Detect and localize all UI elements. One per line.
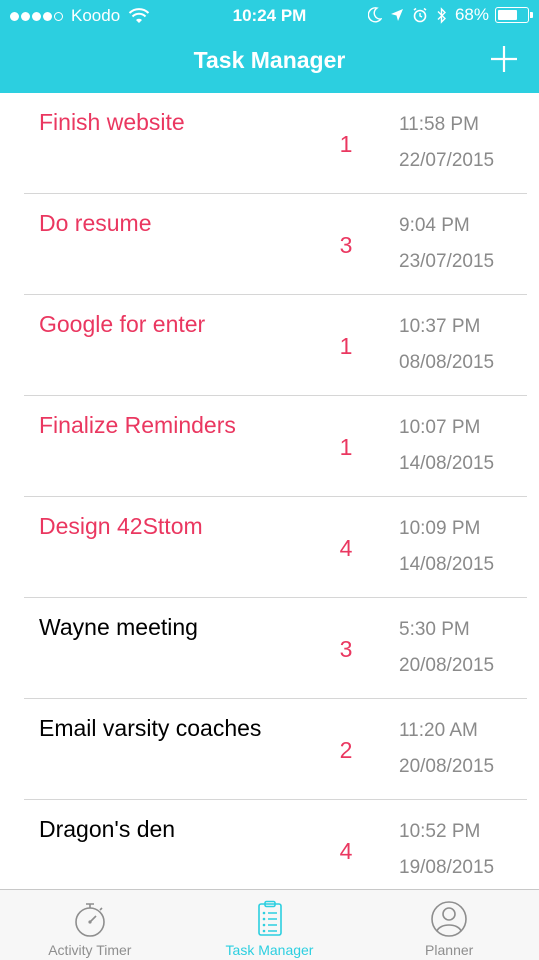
task-title: Wayne meeting bbox=[39, 614, 198, 640]
task-priority: 4 bbox=[339, 838, 353, 864]
task-row[interactable]: Design 42Sttom 4 10:09 PM 14/08/2015 bbox=[24, 497, 527, 598]
task-time: 10:07 PM bbox=[399, 417, 481, 438]
tab-bar: Activity Timer Task Manager Planner bbox=[0, 889, 539, 960]
moon-icon bbox=[367, 7, 382, 23]
tab-label: Activity Timer bbox=[48, 942, 132, 958]
tab-label: Planner bbox=[425, 942, 474, 958]
task-priority: 2 bbox=[339, 737, 353, 763]
task-row[interactable]: Wayne meeting 3 5:30 PM 20/08/2015 bbox=[24, 598, 527, 699]
task-date: 23/07/2015 bbox=[399, 251, 495, 272]
location-arrow-icon bbox=[390, 9, 403, 21]
task-date: 22/07/2015 bbox=[399, 150, 495, 171]
task-priority: 1 bbox=[339, 131, 353, 157]
task-row[interactable]: Google for enter 1 10:37 PM 08/08/2015 bbox=[24, 295, 527, 396]
tab-task-manager[interactable]: Task Manager bbox=[180, 890, 360, 960]
task-time: 9:04 PM bbox=[399, 215, 470, 236]
task-priority: 3 bbox=[339, 232, 353, 258]
task-title: Email varsity coaches bbox=[39, 715, 262, 741]
battery-fill bbox=[498, 10, 518, 20]
task-time: 10:52 PM bbox=[399, 821, 481, 842]
task-priority: 3 bbox=[339, 636, 353, 662]
task-priority: 1 bbox=[339, 333, 353, 359]
task-time: 5:30 PM bbox=[399, 619, 470, 640]
tab-activity-timer[interactable]: Activity Timer bbox=[0, 890, 180, 960]
task-date: 20/08/2015 bbox=[399, 655, 495, 676]
task-date: 20/08/2015 bbox=[399, 756, 495, 777]
task-title: Finalize Reminders bbox=[39, 412, 236, 438]
task-row[interactable]: Finish website 1 11:58 PM 22/07/2015 bbox=[24, 93, 527, 194]
battery-icon bbox=[495, 7, 533, 23]
status-bar: Koodo 10:24 PM 68% bbox=[0, 0, 539, 32]
header: Koodo 10:24 PM 68% Task Manager bbox=[0, 0, 539, 93]
tab-label: Task Manager bbox=[225, 942, 314, 958]
task-date: 08/08/2015 bbox=[399, 352, 495, 373]
task-time: 10:37 PM bbox=[399, 316, 481, 337]
task-title: Design 42Sttom bbox=[39, 513, 203, 539]
task-date: 19/08/2015 bbox=[399, 857, 495, 878]
task-title: Do resume bbox=[39, 210, 152, 236]
task-date: 14/08/2015 bbox=[399, 554, 495, 575]
task-row[interactable]: Dragon's den 4 10:52 PM 19/08/2015 bbox=[24, 800, 527, 889]
person-icon bbox=[431, 901, 467, 937]
task-time: 10:09 PM bbox=[399, 518, 481, 539]
task-row[interactable]: Do resume 3 9:04 PM 23/07/2015 bbox=[24, 194, 527, 295]
task-title: Google for enter bbox=[39, 311, 206, 337]
add-task-button[interactable] bbox=[489, 44, 519, 74]
task-row[interactable]: Email varsity coaches 2 11:20 AM 20/08/2015 bbox=[24, 699, 527, 800]
bluetooth-icon bbox=[437, 6, 446, 24]
task-date: 14/08/2015 bbox=[399, 453, 495, 474]
task-title: Dragon's den bbox=[39, 816, 176, 842]
task-priority: 1 bbox=[339, 434, 353, 460]
stopwatch-icon bbox=[75, 903, 105, 937]
battery-percent: 68% bbox=[454, 5, 489, 24]
task-time: 11:58 PM bbox=[399, 114, 479, 135]
page-title: Task Manager bbox=[193, 47, 346, 73]
task-title: Finish website bbox=[39, 109, 185, 135]
task-list[interactable]: Finish website 1 11:58 PM 22/07/2015 Do resu… bbox=[0, 93, 539, 889]
alarm-icon bbox=[413, 7, 427, 23]
tab-planner[interactable]: Planner bbox=[359, 890, 539, 960]
clipboard-list-icon bbox=[257, 900, 282, 936]
task-time: 11:20 AM bbox=[399, 720, 478, 741]
task-priority: 4 bbox=[339, 535, 353, 561]
task-row[interactable]: Finalize Reminders 1 10:07 PM 14/08/2015 bbox=[24, 396, 527, 497]
status-right: 68% bbox=[360, 5, 533, 25]
